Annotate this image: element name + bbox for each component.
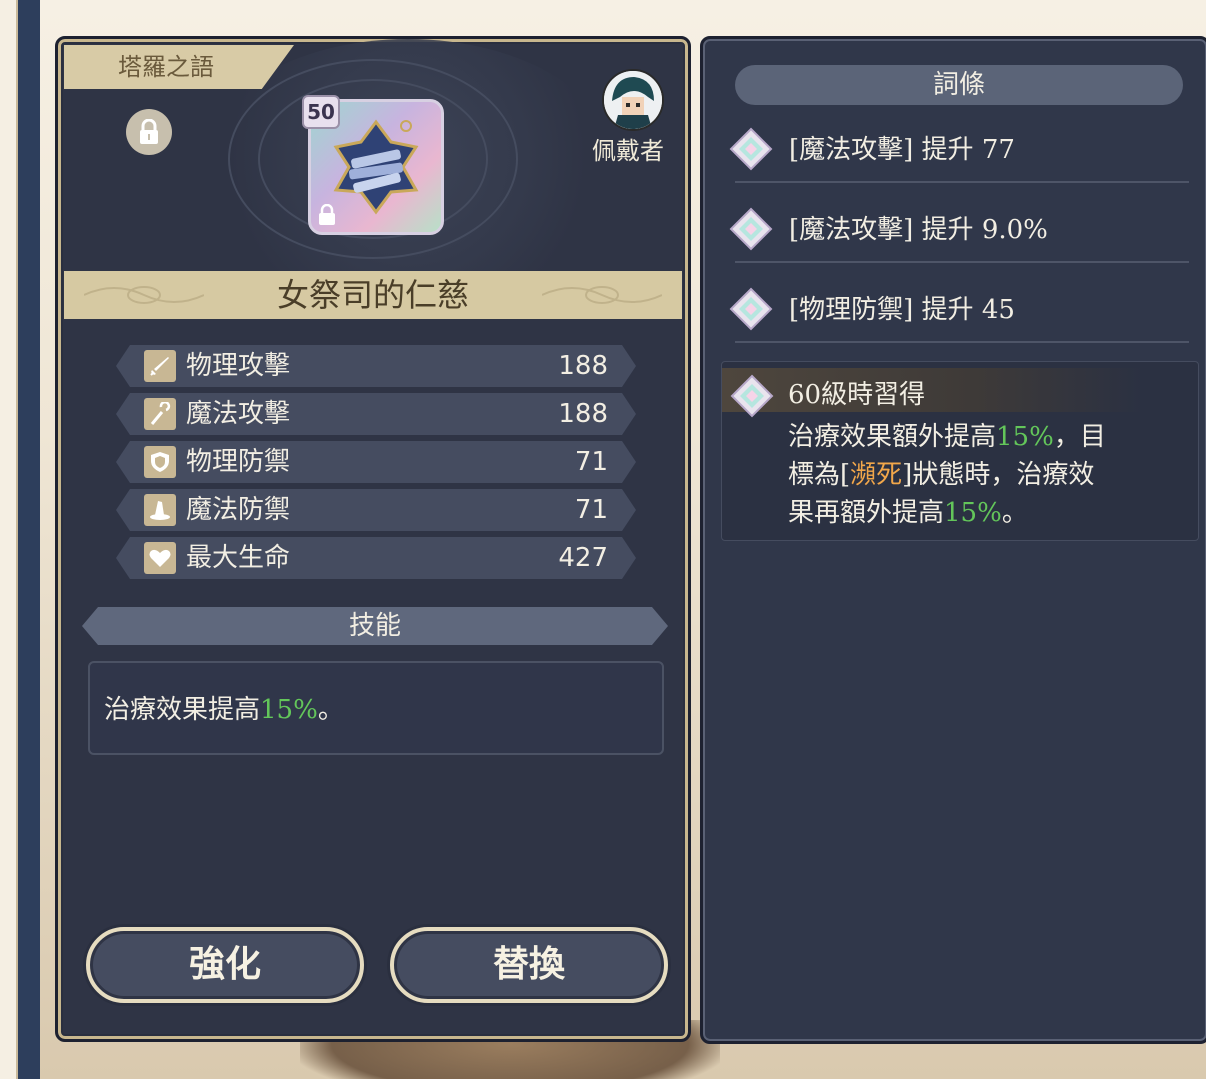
- diamond-gem-icon: [730, 374, 774, 418]
- equipment-detail-panel: 塔羅之語 50 佩戴者 女祭司的仁慈 物理攻擊 188 魔法攻擊 188 物理防…: [55, 36, 691, 1042]
- heart-icon: [144, 542, 176, 574]
- desc-text: 果再額外提高: [788, 498, 945, 528]
- desc-line: 果再額外提高15%。: [788, 494, 1158, 532]
- stat-value: 188: [558, 351, 608, 381]
- stat-label: 物理攻擊: [186, 351, 291, 381]
- divider: [735, 341, 1189, 343]
- desc-text: 。: [1001, 498, 1028, 528]
- stat-value: 71: [574, 495, 608, 525]
- ornament-right-icon: [542, 286, 662, 304]
- stat-label: 魔法防禦: [186, 495, 291, 525]
- skill-desc-suffix: 。: [317, 695, 344, 725]
- desc-line: 治療效果額外提高15%，目: [788, 418, 1158, 456]
- unlock-title-background: [722, 368, 1142, 412]
- card-lock-icon: [319, 204, 335, 225]
- stat-row-magic-defense: 魔法防禦 71: [116, 489, 636, 531]
- replace-button[interactable]: 替換: [390, 927, 668, 1003]
- stat-row-max-hp: 最大生命 427: [116, 537, 636, 579]
- enhance-button[interactable]: 強化: [86, 927, 364, 1003]
- desc-line: 標為[瀕死]狀態時，治療效: [788, 456, 1158, 494]
- lock-icon: [140, 119, 158, 144]
- stat-value: 188: [558, 399, 608, 429]
- status-keyword: 瀕死: [850, 460, 903, 490]
- stat-row-magic-attack: 魔法攻擊 188: [116, 393, 636, 435]
- skill-header: 技能: [82, 607, 668, 645]
- desc-value: 15%: [944, 498, 1002, 528]
- character-portrait-icon: [604, 71, 662, 129]
- entry-text: [物理防禦] 提升 45: [789, 295, 1015, 325]
- stat-label: 最大生命: [186, 543, 291, 573]
- divider: [735, 181, 1189, 183]
- stat-value: 427: [558, 543, 608, 573]
- desc-text: ]狀態時，治療效: [902, 460, 1095, 490]
- entry-text: [魔法攻擊] 提升 9.0%: [789, 215, 1048, 245]
- lock-button[interactable]: [126, 109, 172, 155]
- divider: [735, 261, 1189, 263]
- equipment-name: 女祭司的仁慈: [64, 271, 682, 319]
- skill-desc-text: 治療效果提高: [104, 695, 261, 725]
- stat-label: 魔法攻擊: [186, 399, 291, 429]
- ornament-left-icon: [84, 286, 204, 304]
- stat-row-physical-defense: 物理防禦 71: [116, 441, 636, 483]
- diamond-gem-icon: [729, 127, 773, 171]
- wearer-avatar[interactable]: [602, 69, 664, 131]
- entry-item: [魔法攻擊] 提升 9.0%: [729, 199, 1189, 263]
- desc-text: 治療效果額外提高: [788, 422, 997, 452]
- desc-value: 15%: [996, 422, 1054, 452]
- diamond-gem-icon: [729, 287, 773, 331]
- desc-text: ，目: [1053, 422, 1106, 452]
- stat-value: 71: [574, 447, 608, 477]
- background-page-edge: [0, 0, 18, 1079]
- diamond-gem-icon: [729, 207, 773, 251]
- skill-desc-value: 15%: [260, 695, 318, 725]
- unlock-title: 60級時習得: [788, 380, 926, 410]
- wearer-label: 佩戴者: [592, 137, 664, 165]
- stat-label: 物理防禦: [186, 447, 291, 477]
- staff-icon: [144, 398, 176, 430]
- equipment-category-tab: 塔羅之語: [64, 45, 294, 89]
- wizard-hat-icon: [144, 494, 176, 526]
- level-unlock-entry: 60級時習得 治療效果額外提高15%，目 標為[瀕死]狀態時，治療效 果再額外提…: [721, 361, 1199, 541]
- entry-item: [魔法攻擊] 提升 77: [729, 119, 1189, 183]
- equipment-level-badge: 50: [302, 95, 340, 129]
- shield-icon: [144, 446, 176, 478]
- entries-panel: 詞條 [魔法攻擊] 提升 77 [魔法攻擊] 提升 9.0% [物理防禦] 提升…: [700, 36, 1206, 1044]
- equipment-name-text: 女祭司的仁慈: [276, 276, 469, 314]
- stat-row-physical-attack: 物理攻擊 188: [116, 345, 636, 387]
- sword-icon: [144, 350, 176, 382]
- unlock-description: 治療效果額外提高15%，目 標為[瀕死]狀態時，治療效 果再額外提高15%。: [788, 418, 1158, 532]
- entry-text: [魔法攻擊] 提升 77: [789, 135, 1015, 165]
- stats-list: 物理攻擊 188 魔法攻擊 188 物理防禦 71 魔法防禦 71 最大生命 4…: [116, 345, 636, 585]
- skill-description: 治療效果提高15%。: [88, 661, 664, 755]
- entries-header: 詞條: [735, 65, 1183, 105]
- desc-text: 標為[: [788, 460, 851, 490]
- entry-item: [物理防禦] 提升 45: [729, 279, 1189, 343]
